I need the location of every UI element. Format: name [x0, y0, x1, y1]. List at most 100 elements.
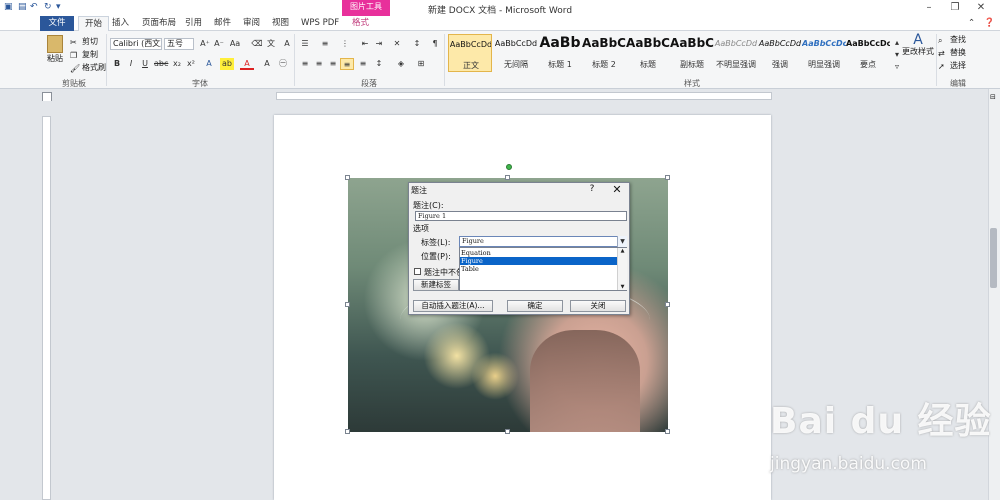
format-painter-button[interactable]: 🖌 格式刷 [70, 62, 106, 73]
horizontal-ruler[interactable] [276, 92, 772, 100]
label-option-figure[interactable]: Figure [460, 257, 617, 265]
style-emphasis[interactable]: AaBbCcDd 强调 [758, 34, 802, 72]
tab-format[interactable]: 格式 [346, 16, 375, 31]
tab-view[interactable]: 视图 [266, 16, 295, 31]
copy-button[interactable]: ❐ 复制 [70, 49, 98, 60]
character-shading-icon[interactable]: A [260, 58, 274, 70]
brush-icon: 🖌 [70, 63, 81, 73]
shading-icon[interactable]: ◈ [394, 58, 408, 70]
cut-button[interactable]: ✂ 剪切 [70, 36, 98, 47]
sort-icon[interactable]: ↕ [410, 38, 424, 50]
numbering-icon[interactable]: ≡ [318, 38, 332, 50]
select-button[interactable]: ➚ 选择 [938, 60, 966, 71]
phonetic-guide-icon[interactable]: 文 [264, 38, 278, 50]
chinese-layout-icon[interactable]: ✕ [390, 38, 404, 50]
resize-handle[interactable] [345, 302, 350, 307]
help-icon[interactable]: ❓ [984, 16, 995, 31]
minimize-button[interactable]: – [918, 1, 940, 15]
paste-button[interactable]: 粘贴 [44, 35, 66, 64]
chevron-down-icon[interactable]: ▼ [617, 236, 627, 247]
vertical-ruler[interactable] [42, 116, 51, 500]
resize-handle[interactable] [505, 175, 510, 180]
subscript-icon[interactable]: x₂ [170, 58, 184, 70]
tab-page-layout[interactable]: 页面布局 [136, 16, 182, 31]
italic-icon[interactable]: I [124, 58, 138, 70]
line-spacing-icon[interactable]: ↕ [372, 58, 386, 70]
style-subtle-emphasis[interactable]: AaBbCcDd 不明显强调 [714, 34, 758, 72]
style-intense-emphasis[interactable]: AaBbCcDc 明显强调 [802, 34, 846, 72]
decrease-indent-icon[interactable]: ⇤ [358, 38, 372, 50]
tab-insert[interactable]: 插入 [106, 16, 135, 31]
label-select[interactable]: Figure [459, 236, 627, 247]
shrink-font-icon[interactable]: A⁻ [212, 38, 226, 50]
replace-button[interactable]: ⇄ 替换 [938, 47, 966, 58]
new-label-button[interactable]: 新建标签 [413, 279, 459, 291]
bullets-icon[interactable]: ☰ [298, 38, 312, 50]
style-no-spacing[interactable]: AaBbCcDd 无间隔 [494, 34, 538, 72]
style-normal[interactable]: AaBbCcDd 正文 [448, 34, 492, 72]
style-subtitle[interactable]: AaBbC 副标题 [670, 34, 714, 72]
highlight-icon[interactable]: ab [220, 58, 234, 70]
caption-input[interactable]: Figure 1 [415, 211, 627, 221]
style-title[interactable]: AaBbC 标题 [626, 34, 670, 72]
character-border-icon[interactable]: A [280, 38, 294, 50]
find-button[interactable]: ⌕ 查找 [938, 34, 966, 45]
resize-handle[interactable] [345, 175, 350, 180]
help-icon[interactable]: ? [585, 184, 599, 194]
font-color-icon[interactable]: A [240, 58, 254, 70]
close-icon[interactable]: ✕ [609, 183, 625, 196]
increase-indent-icon[interactable]: ⇥ [372, 38, 386, 50]
resize-handle[interactable] [665, 429, 670, 434]
justify-icon[interactable]: ≡ [340, 58, 354, 70]
superscript-icon[interactable]: x² [184, 58, 198, 70]
label-option-equation[interactable]: Equation [460, 249, 617, 257]
scroll-down-icon[interactable]: ▼ [618, 284, 627, 290]
underline-icon[interactable]: U [138, 58, 152, 70]
tab-references[interactable]: 引用 [179, 16, 208, 31]
multilevel-list-icon[interactable]: ⋮ [338, 38, 352, 50]
tab-review[interactable]: 审阅 [237, 16, 266, 31]
text-effects-icon[interactable]: A [202, 58, 216, 70]
tab-wps-pdf[interactable]: WPS PDF [295, 16, 345, 31]
change-case-icon[interactable]: Aa [228, 38, 242, 50]
show-marks-icon[interactable]: ¶ [428, 38, 442, 50]
strikethrough-icon[interactable]: abc [154, 58, 168, 70]
label-option-table[interactable]: Table [460, 265, 617, 273]
styles-more-icon[interactable]: ▿ [890, 61, 904, 73]
autocaption-button[interactable]: 自动插入题注(A)... [413, 300, 493, 312]
resize-handle[interactable] [665, 302, 670, 307]
list-scrollbar[interactable]: ▲ ▼ [617, 248, 627, 290]
exclude-label-checkbox[interactable] [414, 268, 421, 275]
tab-file[interactable]: 文件 [40, 16, 74, 31]
scrollbar-thumb[interactable] [990, 228, 997, 288]
bold-icon[interactable]: B [110, 58, 124, 70]
label-dropdown-list[interactable]: Equation Figure Table ▲ ▼ [459, 247, 627, 291]
tab-mailings[interactable]: 邮件 [208, 16, 237, 31]
distributed-icon[interactable]: ≡ [356, 58, 370, 70]
align-left-icon[interactable]: ≡ [298, 58, 312, 70]
borders-icon[interactable]: ⊞ [414, 58, 428, 70]
resize-handle[interactable] [665, 175, 670, 180]
align-center-icon[interactable]: ≡ [312, 58, 326, 70]
ok-button[interactable]: 确定 [507, 300, 563, 312]
tab-home[interactable]: 开始 [78, 16, 110, 31]
enclose-characters-icon[interactable]: ㊀ [276, 58, 290, 70]
resize-handle[interactable] [345, 429, 350, 434]
ribbon-minimize-icon[interactable]: ⌃ [968, 16, 975, 31]
font-name-select[interactable]: Calibri (西文正 [110, 38, 162, 50]
change-styles-button[interactable]: A 更改样式 [902, 33, 934, 57]
rotate-handle[interactable] [506, 164, 512, 170]
cancel-button[interactable]: 关闭 [570, 300, 626, 312]
clear-format-icon[interactable]: ⌫ [250, 38, 264, 50]
align-right-icon[interactable]: ≡ [326, 58, 340, 70]
ruler-toggle-icon[interactable]: ⊟ [990, 93, 996, 101]
restore-button[interactable]: ❐ [944, 1, 966, 15]
close-window-button[interactable]: ✕ [970, 1, 992, 15]
grow-font-icon[interactable]: A⁺ [198, 38, 212, 50]
font-size-select[interactable]: 五号 [164, 38, 194, 50]
style-heading-1[interactable]: AaBb 标题 1 [538, 34, 582, 72]
resize-handle[interactable] [505, 429, 510, 434]
style-strong[interactable]: AaBbCcDc 要点 [846, 34, 890, 72]
style-heading-2[interactable]: AaBbC 标题 2 [582, 34, 626, 72]
scroll-up-icon[interactable]: ▲ [618, 248, 627, 254]
